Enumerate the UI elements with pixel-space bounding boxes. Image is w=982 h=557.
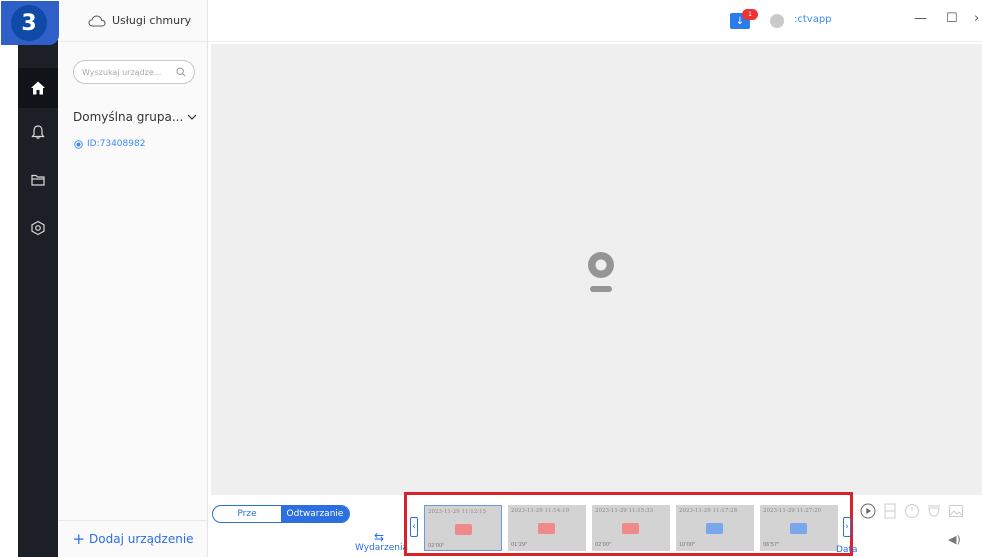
play-icon[interactable] bbox=[860, 503, 876, 519]
recording-timestamp: 2023-11-29 11:27:20 bbox=[763, 508, 822, 514]
mode-switch[interactable]: Prze Odtwarzanie bbox=[212, 505, 350, 523]
recording-thumbnail[interactable]: 2023-11-29 11:14:10 01'29" bbox=[508, 505, 586, 551]
recording-thumbnail[interactable]: 2023-11-29 11:17:28 10'00" bbox=[676, 505, 754, 551]
alarm-video-icon bbox=[706, 523, 723, 534]
chevron-down-icon bbox=[187, 114, 197, 120]
device-search[interactable] bbox=[73, 60, 195, 84]
cloud-icon bbox=[88, 14, 106, 26]
events-label: Wydarzenia bbox=[355, 543, 408, 553]
cloud-services-label: Usługi chmury bbox=[112, 14, 192, 27]
recording-duration: 06'57" bbox=[763, 542, 780, 548]
recording-timestamp: 2023-11-29 11:15:33 bbox=[595, 508, 654, 514]
mode-playback-tab[interactable]: Odtwarzanie bbox=[281, 506, 349, 522]
maximize-button[interactable]: ☐ bbox=[946, 11, 958, 26]
recording-timestamp: 2023-11-29 11:12:15 bbox=[428, 509, 487, 515]
device-id-label: ID:73408982 bbox=[87, 139, 146, 149]
recording-thumbnail[interactable]: 2023-11-29 11:15:33 02'00" bbox=[592, 505, 670, 551]
device-item[interactable]: ID:73408982 bbox=[74, 139, 145, 149]
radio-selected-icon bbox=[74, 139, 83, 149]
mode-live-tab[interactable]: Prze bbox=[213, 506, 281, 522]
date-label[interactable]: Data bbox=[836, 545, 858, 555]
recording-duration: 01'29" bbox=[511, 542, 528, 548]
home-icon bbox=[31, 81, 45, 95]
recording-timestamp: 2023-11-29 11:14:10 bbox=[511, 508, 570, 514]
timeline-next-button[interactable]: › bbox=[843, 517, 851, 537]
recording-thumbnail[interactable]: 2023-11-29 11:12:15 02'00" bbox=[424, 505, 502, 551]
bell-icon bbox=[31, 125, 45, 139]
rail-item-settings[interactable] bbox=[18, 208, 58, 248]
search-icon[interactable] bbox=[176, 67, 186, 77]
volume-icon[interactable]: ◀) bbox=[948, 533, 961, 546]
motion-video-icon bbox=[455, 524, 472, 535]
events-button[interactable]: ⇆ Wydarzenia bbox=[355, 530, 408, 553]
rail-item-alerts[interactable] bbox=[18, 112, 58, 152]
cloud-services-item[interactable]: Usługi chmury bbox=[58, 0, 208, 42]
rail-item-home[interactable] bbox=[18, 68, 58, 108]
plus-icon: + bbox=[72, 530, 86, 548]
close-button[interactable]: › bbox=[974, 11, 979, 26]
add-device-button[interactable]: + Dodaj urządzenie bbox=[58, 520, 208, 557]
minimize-button[interactable]: — bbox=[914, 11, 927, 26]
timeline-prev-button[interactable]: ‹ bbox=[410, 517, 418, 537]
app-window: 3 Usługi chmury Wyszukaj urządze... Domy… bbox=[0, 0, 982, 557]
motion-video-icon bbox=[538, 523, 555, 534]
settings-icon bbox=[31, 220, 45, 236]
device-group-label: Domyślna grupa... bbox=[73, 110, 184, 124]
motion-video-icon bbox=[622, 523, 639, 534]
clock-icon[interactable] bbox=[904, 503, 920, 519]
recording-duration: 02'00" bbox=[428, 543, 445, 549]
username-label[interactable]: :ctvapp bbox=[794, 14, 832, 25]
search-input[interactable] bbox=[82, 67, 172, 77]
rail-item-files[interactable] bbox=[18, 160, 58, 200]
record-icon[interactable] bbox=[926, 503, 942, 519]
swap-icon: ⇆ bbox=[373, 530, 385, 544]
top-bar: ↓ 1 :ctvapp — ☐ › bbox=[208, 0, 982, 42]
folder-icon bbox=[31, 174, 45, 186]
step-badge: 3 bbox=[1, 1, 59, 45]
video-player[interactable] bbox=[211, 44, 982, 495]
avatar[interactable] bbox=[770, 14, 784, 28]
recording-duration: 02'00" bbox=[595, 542, 612, 548]
camera-placeholder-icon bbox=[588, 252, 614, 292]
device-sidebar: Usługi chmury Domyślna grupa... ID:73408… bbox=[58, 0, 208, 557]
device-group[interactable]: Domyślna grupa... bbox=[73, 110, 197, 124]
recording-timestamp: 2023-11-29 11:17:28 bbox=[679, 508, 738, 514]
split-screen-icon[interactable] bbox=[883, 503, 897, 519]
recording-duration: 10'00" bbox=[679, 542, 696, 548]
notification-badge: 1 bbox=[742, 9, 758, 20]
recording-thumbnail[interactable]: 2023-11-29 11:27:20 06'57" bbox=[760, 505, 838, 551]
snapshot-icon[interactable] bbox=[948, 503, 964, 519]
step-number: 3 bbox=[11, 5, 47, 41]
alarm-video-icon bbox=[790, 523, 807, 534]
nav-rail bbox=[18, 40, 58, 557]
add-device-label: Dodaj urządzenie bbox=[89, 532, 194, 546]
